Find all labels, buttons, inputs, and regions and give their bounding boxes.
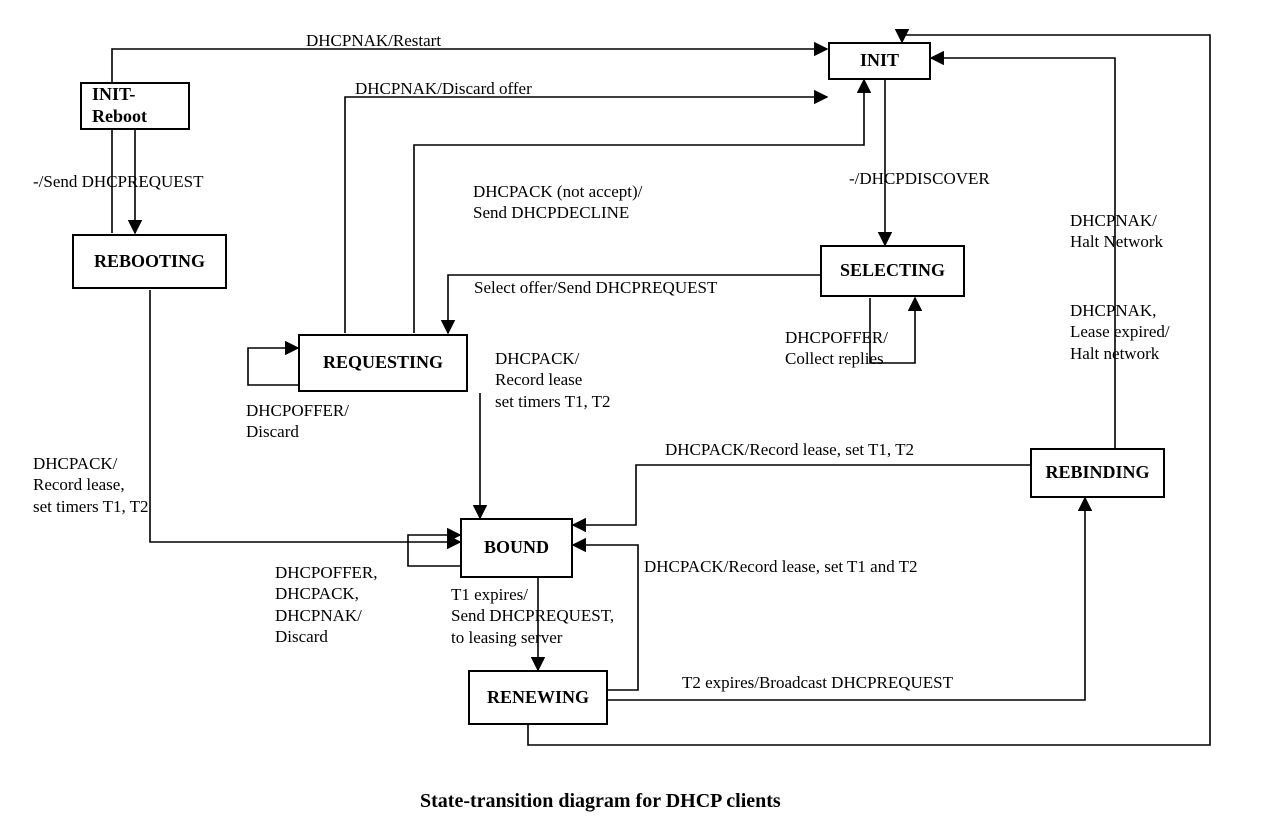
label-requesting-init-nak: DHCPNAK/Discard offer [355, 78, 532, 99]
label-initreboot-rebooting: -/Send DHCPREQUEST [33, 171, 203, 192]
edge-requesting-self [248, 348, 298, 385]
label-requesting-init-ack: DHCPACK (not accept)/ Send DHCPDECLINE [473, 181, 642, 224]
state-renewing: RENEWING [468, 670, 608, 725]
state-rebooting: REBOOTING [72, 234, 227, 289]
edge-bound-self [408, 535, 460, 566]
label-rebooting-bound: DHCPACK/ Record lease, set timers T1, T2 [33, 453, 149, 517]
label-renewing-rebinding: T2 expires/Broadcast DHCPREQUEST [682, 672, 953, 693]
label-rebinding-bound: DHCPACK/Record lease, set T1, T2 [665, 439, 914, 460]
state-rebinding: REBINDING [1030, 448, 1165, 498]
edge-renewing-init [528, 35, 1210, 745]
edge-rebooting-init [112, 49, 827, 233]
label-rebinding-init: DHCPNAK, Lease expired/ Halt network [1070, 300, 1170, 364]
state-bound: BOUND [460, 518, 573, 578]
state-init-reboot: INIT- Reboot [80, 82, 190, 130]
label-requesting-self: DHCPOFFER/ Discard [246, 400, 349, 443]
state-requesting: REQUESTING [298, 334, 468, 392]
label-selecting-requesting: Select offer/Send DHCPREQUEST [474, 277, 717, 298]
label-requesting-bound: DHCPACK/ Record lease set timers T1, T2 [495, 348, 611, 412]
edge-renewing-rebinding [608, 498, 1085, 700]
label-renewing-init: DHCPNAK/ Halt Network [1070, 210, 1163, 253]
label-rebooting-init: DHCPNAK/Restart [306, 30, 441, 51]
label-renewing-bound: DHCPACK/Record lease, set T1 and T2 [644, 556, 918, 577]
state-init: INIT [828, 42, 931, 80]
label-bound-renewing: T1 expires/ Send DHCPREQUEST, to leasing… [451, 584, 614, 648]
label-bound-self: DHCPOFFER, DHCPACK, DHCPNAK/ Discard [275, 562, 378, 647]
label-selecting-self: DHCPOFFER/ Collect replies [785, 327, 888, 370]
diagram-caption: State-transition diagram for DHCP client… [420, 790, 781, 813]
diagram-stage: INIT- Reboot REBOOTING REQUESTING BOUND … [0, 0, 1268, 827]
state-selecting: SELECTING [820, 245, 965, 297]
edge-rebinding-bound [573, 465, 1030, 525]
label-init-selecting: -/DHCPDISCOVER [849, 168, 990, 189]
edges-svg [0, 0, 1268, 827]
